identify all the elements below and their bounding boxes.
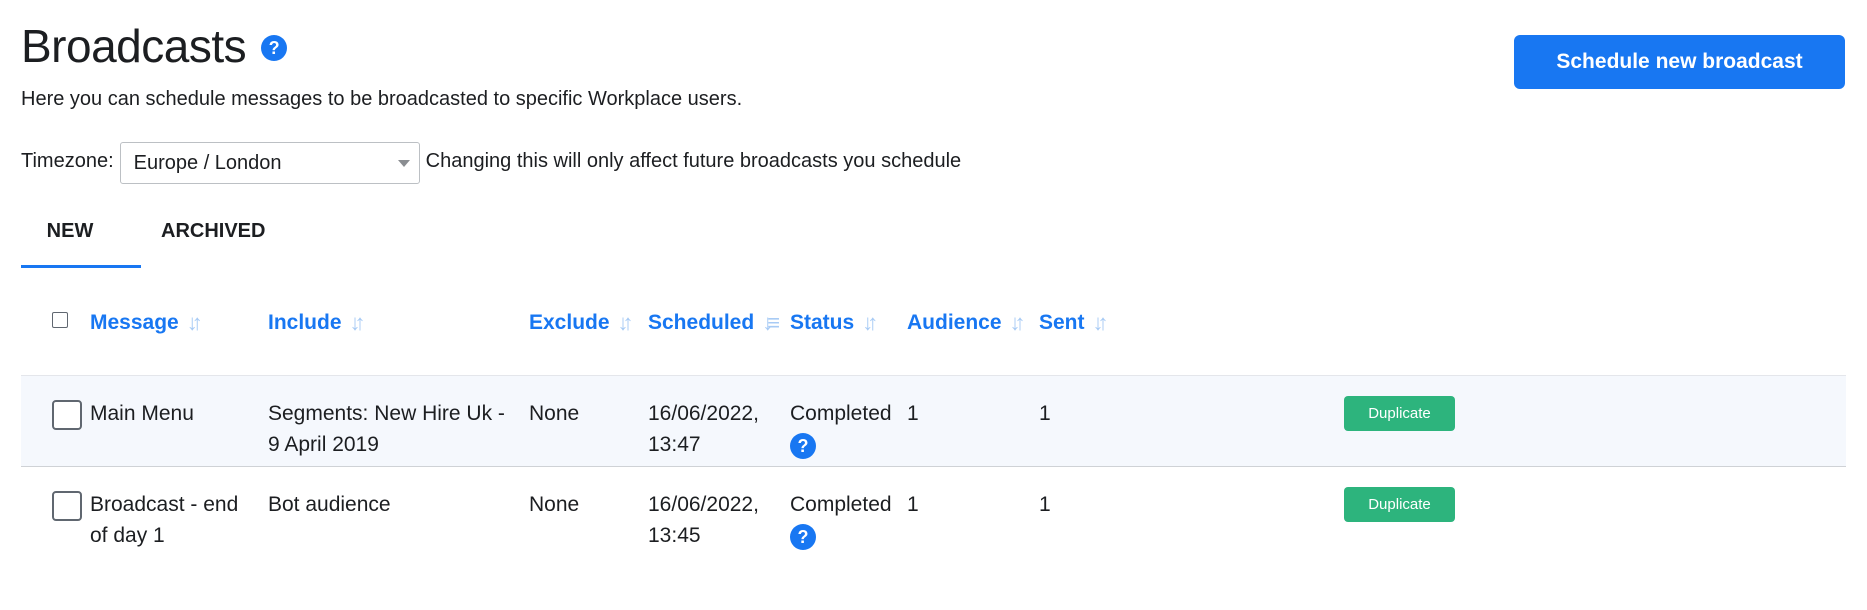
timezone-note: Changing this will only affect future br…	[425, 149, 962, 172]
sort-arrows-icon: ↓↑	[349, 310, 366, 335]
column-scheduled[interactable]: Scheduled ↓≡	[648, 310, 780, 336]
sort-arrows-icon: ↓↑	[862, 310, 878, 335]
column-sent[interactable]: Sent ↓↑	[1039, 310, 1109, 336]
sort-desc-icon: ↓≡	[762, 310, 780, 335]
column-include-label: Include	[268, 311, 342, 334]
chevron-down-icon	[397, 160, 410, 167]
column-status-label: Status	[790, 311, 855, 334]
cell-audience: 1	[907, 493, 919, 516]
help-icon[interactable]: ?	[790, 433, 816, 459]
duplicate-button[interactable]: Duplicate	[1344, 396, 1455, 431]
column-sent-label: Sent	[1039, 311, 1085, 334]
page-header: Broadcasts ?	[21, 18, 288, 74]
column-exclude-label: Exclude	[529, 311, 610, 334]
timezone-select[interactable]: Europe / London	[119, 142, 420, 184]
help-icon[interactable]: ?	[790, 524, 816, 550]
help-icon[interactable]: ?	[261, 35, 288, 61]
column-scheduled-label: Scheduled	[648, 311, 755, 334]
sort-arrows-icon: ↓↑	[186, 310, 203, 335]
row-checkbox[interactable]	[52, 491, 82, 521]
sort-arrows-icon: ↓↑	[1009, 310, 1026, 335]
status-text: Completed	[790, 402, 892, 425]
column-audience-label: Audience	[907, 311, 1002, 334]
cell-message: Main Menu	[90, 402, 194, 425]
tabs: NEW ARCHIVED	[21, 210, 265, 268]
cell-audience: 1	[907, 402, 919, 425]
cell-sent: 1	[1039, 493, 1051, 516]
cell-scheduled: 16/06/2022, 13:47	[648, 402, 759, 456]
cell-include: Segments: New Hire Uk - 9 April 2019	[268, 402, 505, 456]
cell-status: Completed ?	[790, 398, 892, 461]
cell-scheduled: 16/06/2022, 13:45	[648, 493, 759, 547]
select-all-checkbox[interactable]	[52, 312, 68, 328]
timezone-label: Timezone:	[21, 149, 114, 172]
column-message-label: Message	[90, 311, 179, 334]
row-checkbox[interactable]	[52, 400, 82, 430]
timezone-value: Europe / London	[133, 151, 282, 174]
duplicate-button[interactable]: Duplicate	[1344, 487, 1455, 522]
schedule-new-broadcast-button[interactable]: Schedule new broadcast	[1514, 35, 1845, 89]
cell-exclude: None	[529, 402, 580, 425]
tab-archived-label: ARCHIVED	[161, 220, 266, 242]
page-subtitle: Here you can schedule messages to be bro…	[21, 88, 743, 110]
table-header: Message ↓↑ Include ↓↑ Exclude ↓↑ Schedul…	[21, 292, 1846, 376]
cell-exclude: None	[529, 493, 580, 516]
cell-include: Bot audience	[268, 493, 391, 516]
column-audience[interactable]: Audience ↓↑	[907, 310, 1026, 336]
column-message[interactable]: Message ↓↑	[90, 310, 203, 336]
cell-status: Completed ?	[790, 489, 892, 552]
status-text: Completed	[790, 493, 892, 516]
broadcasts-table: Message ↓↑ Include ↓↑ Exclude ↓↑ Schedul…	[21, 292, 1846, 558]
sort-arrows-icon: ↓↑	[1092, 310, 1109, 335]
tab-archived[interactable]: ARCHIVED	[161, 210, 265, 268]
sort-arrows-icon: ↓↑	[617, 310, 634, 335]
timezone-row: Timezone: Europe / London Changing this …	[21, 138, 961, 184]
column-include[interactable]: Include ↓↑	[268, 310, 366, 336]
cell-sent: 1	[1039, 402, 1051, 425]
tab-new[interactable]: NEW	[21, 210, 141, 268]
cell-message: Broadcast - end of day 1	[90, 493, 239, 547]
table-row[interactable]: Broadcast - end of day 1 Bot audience No…	[21, 467, 1846, 558]
page-title: Broadcasts	[21, 20, 247, 72]
column-exclude[interactable]: Exclude ↓↑	[529, 310, 634, 336]
table-row[interactable]: Main Menu Segments: New Hire Uk - 9 Apri…	[21, 376, 1846, 467]
column-status[interactable]: Status ↓↑	[790, 310, 878, 336]
